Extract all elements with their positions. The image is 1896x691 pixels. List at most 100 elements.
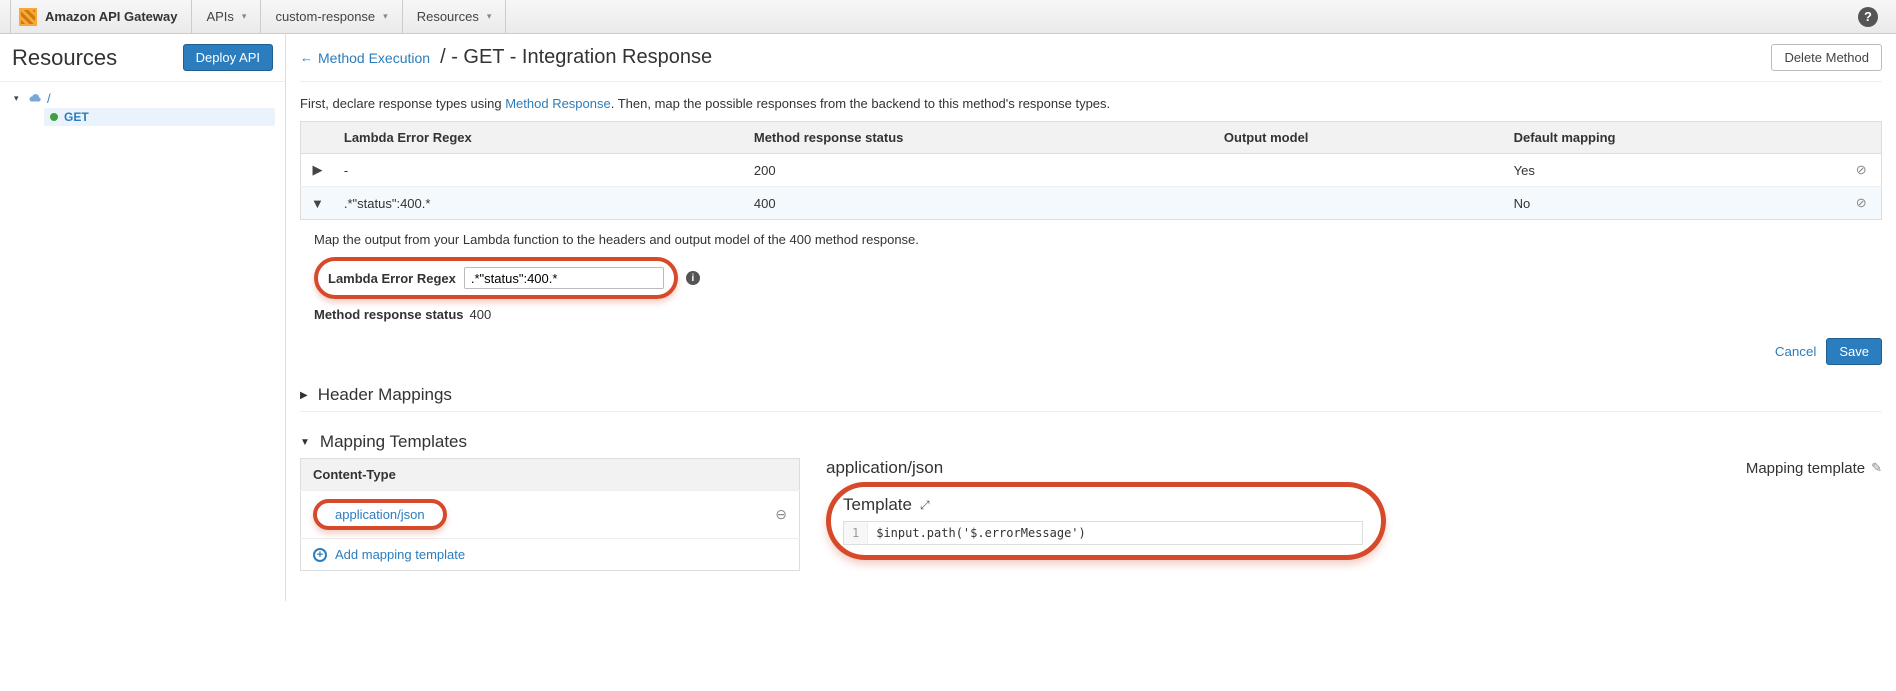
edit-icon[interactable]: ✎ [1871,460,1882,476]
table-header-regex: Lambda Error Regex [334,122,744,154]
cloud-icon [28,91,42,105]
remove-content-type-button[interactable]: ⊖ [775,506,787,522]
template-title: Template [843,495,912,515]
breadcrumb: ← Method Execution / - GET - Integration… [300,46,712,69]
highlight-annotation: Template ⤢ 1 $input.path('$.errorMessage… [826,482,1386,560]
back-to-method-execution[interactable]: ← Method Execution [300,50,430,66]
template-pane: application/json Mapping template ✎ Temp… [826,458,1882,560]
method-status-icon [50,113,58,121]
table-header-model: Output model [1214,122,1504,154]
cell-regex: - [334,154,744,187]
ct-actions-header [763,459,799,491]
cell-default: Yes [1504,154,1842,187]
plus-icon: + [313,548,327,562]
cell-model [1214,187,1504,220]
header-mappings-toggle[interactable]: ▶ Header Mappings [300,385,1882,405]
template-content-type: application/json [826,458,943,478]
sidebar-title: Resources [12,45,117,71]
cancel-button[interactable]: Cancel [1775,338,1817,365]
delete-row-button[interactable]: ⊘ [1842,154,1882,187]
header-mappings-label: Header Mappings [318,385,452,405]
cell-model [1214,154,1504,187]
top-nav: Amazon API Gateway APIs ▾ custom-respons… [0,0,1896,34]
method-status-row: Method response status 400 [314,307,1882,322]
content-type-link[interactable]: application/json [335,507,425,522]
chevron-down-icon: ▾ [487,11,492,22]
cell-status: 200 [744,154,1214,187]
delete-method-button[interactable]: Delete Method [1771,44,1882,71]
content-type-header: Content-Type [301,459,764,491]
sidebar: Resources Deploy API ▾ / GET [0,34,286,601]
tree-method-label: GET [64,110,89,124]
nav-brand[interactable]: Amazon API Gateway [10,0,192,33]
method-response-link[interactable]: Method Response [505,96,611,111]
expand-icon[interactable]: ⤢ [920,498,930,513]
add-mapping-label: Add mapping template [335,547,465,562]
mapping-template-label: Mapping template [1746,460,1865,477]
resource-tree: ▾ / GET [0,82,285,126]
lambda-regex-label: Lambda Error Regex [328,271,456,286]
help-icon: ? [1858,7,1878,27]
table-row: application/json ⊖ [301,491,800,539]
description: First, declare response types using Meth… [300,96,1882,111]
nav-resources[interactable]: Resources ▾ [403,0,507,33]
table-header-actions [1842,122,1882,154]
aws-logo-icon [19,8,37,26]
line-number: 1 [844,522,868,544]
delete-row-button[interactable]: ⊘ [1842,187,1882,220]
table-row: ▼ .*"status":400.* 400 No ⊘ [301,187,1882,220]
cell-default: No [1504,187,1842,220]
mapping-templates-toggle[interactable]: ▼ Mapping Templates [300,432,1882,452]
add-mapping-template-button[interactable]: + Add mapping template [301,539,799,570]
nav-api-name-label: custom-response [275,9,375,24]
method-status-label: Method response status [314,307,464,322]
chevron-down-icon[interactable]: ▾ [14,93,22,104]
desc-suffix: . Then, map the possible responses from … [611,96,1110,111]
cell-regex: .*"status":400.* [334,187,744,220]
save-button[interactable]: Save [1826,338,1882,365]
template-editor[interactable]: 1 $input.path('$.errorMessage') [843,521,1363,545]
lambda-regex-row: Lambda Error Regex i [314,257,1882,299]
nav-apis-label: APIs [206,9,233,24]
arrow-left-icon: ← [300,50,313,65]
table-header-default: Default mapping [1504,122,1842,154]
back-link-label: Method Execution [318,50,430,66]
nav-api-name[interactable]: custom-response ▾ [261,0,402,33]
divider [300,411,1882,412]
highlight-annotation: Lambda Error Regex [314,257,678,299]
regex-panel-hint: Map the output from your Lambda function… [314,232,1882,247]
regex-panel: Map the output from your Lambda function… [300,232,1882,322]
chevron-right-icon: ▶ [300,390,308,401]
nav-apis[interactable]: APIs ▾ [192,0,261,33]
collapse-row-toggle[interactable]: ▼ [301,187,334,220]
content-type-panel: Content-Type application/json ⊖ [300,458,800,571]
mapping-templates-label: Mapping Templates [320,432,467,452]
nav-resources-label: Resources [417,9,479,24]
highlight-annotation: application/json [313,499,447,530]
expand-row-toggle[interactable]: ▶ [301,154,334,187]
content-type-table: Content-Type application/json ⊖ [300,458,800,571]
chevron-down-icon: ▼ [300,437,310,448]
chevron-down-icon: ▾ [242,11,247,22]
help-button[interactable]: ? [1840,0,1896,33]
content-header: ← Method Execution / - GET - Integration… [300,44,1882,82]
tree-root[interactable]: ▾ / [14,88,275,108]
tree-root-label: / [47,91,51,106]
template-code: $input.path('$.errorMessage') [868,522,1094,544]
lambda-regex-input[interactable] [464,267,664,289]
table-header-status: Method response status [744,122,1214,154]
page-title: / - GET - Integration Response [440,46,712,69]
table-row: + Add mapping template [301,539,800,571]
deploy-api-button[interactable]: Deploy API [183,44,273,71]
cell-status: 400 [744,187,1214,220]
info-icon[interactable]: i [686,271,700,285]
tree-method-get[interactable]: GET [44,108,275,126]
method-status-value: 400 [470,307,492,322]
content: ← Method Execution / - GET - Integration… [286,34,1896,601]
table-header-expand [301,122,334,154]
brand-label: Amazon API Gateway [45,9,177,24]
mapping-template-header: Mapping template ✎ [1746,460,1882,477]
integration-response-table: Lambda Error Regex Method response statu… [300,121,1882,220]
action-row: Cancel Save [300,338,1882,365]
desc-prefix: First, declare response types using [300,96,505,111]
